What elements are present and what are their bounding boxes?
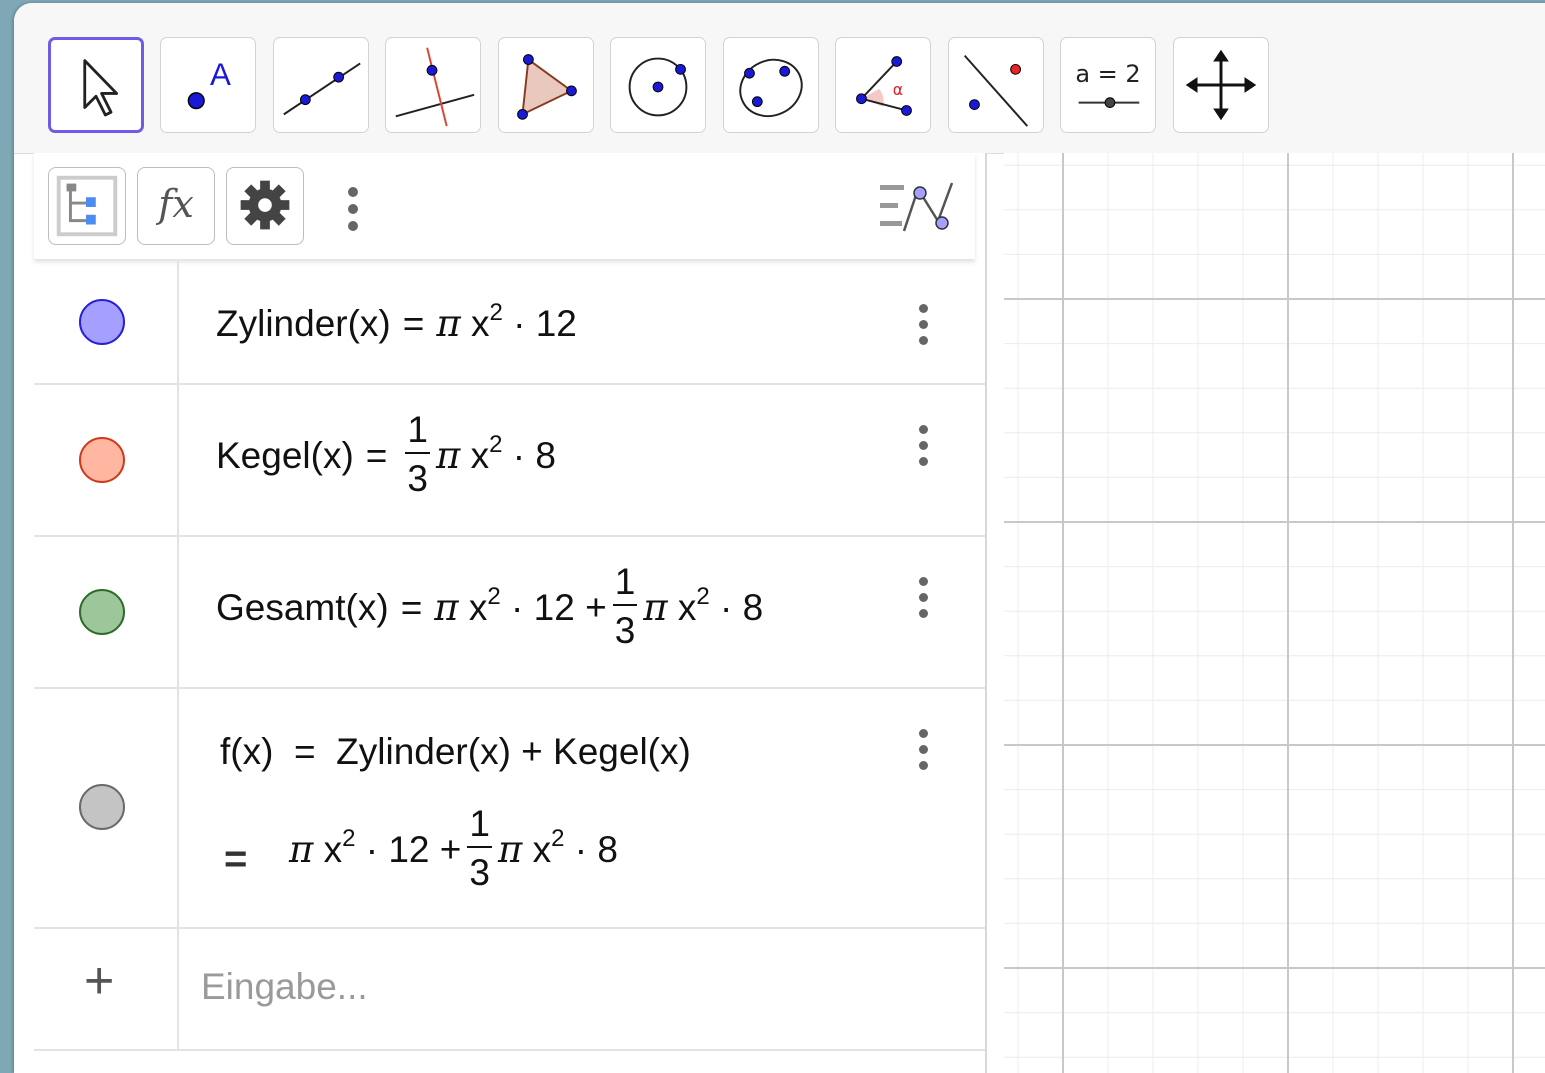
slider-tool-button[interactable]: a = 2 [1060,37,1156,133]
settings-button[interactable] [226,167,304,245]
svg-text:A: A [210,57,231,92]
line-icon [283,62,361,116]
algebra-row-zylinder[interactable]: Zylinder(x) = π x2 · 12 [34,261,985,385]
algebra-row-gesamt[interactable]: Gesamt(x) = π x2 · 12 +1 3 π x2 · 8 [34,537,985,689]
algebra-input-row: + [34,929,985,1051]
triangle-icon [517,54,577,120]
point-tool-button[interactable]: A [160,37,256,133]
definition-f[interactable]: f(x) = Zylinder(x) + Kegel(x) [220,731,691,773]
visibility-toggle-zylinder[interactable] [79,299,125,345]
algebra-header: fx [34,153,975,259]
reflect-icon [963,54,1029,127]
geogebra-window: A α a = 2 fx Zylinder(x) = π x2 · 12 Keg… [14,3,1545,1073]
algebra-row-kegel[interactable]: Kegel(x) = 1 3 π x2 · 8 [34,385,985,537]
input-bar-toggle-button[interactable]: fx [137,167,215,245]
reflect-tool-button[interactable] [948,37,1044,133]
svg-text:α: α [893,80,903,99]
angle-icon: α [856,56,912,116]
polygon-tool-button[interactable] [498,37,594,133]
algebra-input-field[interactable] [199,937,963,1037]
row-menu-button-gesamt[interactable] [919,577,929,625]
move-tool-button[interactable] [48,37,144,133]
move-graphics-view-tool-button[interactable] [1173,37,1269,133]
circle-icon [628,57,688,117]
style-bar-toggle-button[interactable] [874,175,958,241]
move-arrows-icon [1185,49,1257,121]
visibility-toggle-kegel[interactable] [79,437,125,483]
formula-gesamt[interactable]: Gesamt(x) = π x2 · 12 +1 3 π x2 · 8 [216,563,763,653]
result-equals-sign: = [224,837,248,881]
algebra-view: fx Zylinder(x) = π x2 · 12 Kegel(x) = 1 … [34,153,987,1073]
angle-tool-button[interactable]: α [835,37,931,133]
cursor-arrow-icon [83,59,119,117]
algebra-row-f[interactable]: f(x) = Zylinder(x) + Kegel(x) = π x2 · 1… [34,689,985,929]
ellipse-icon [739,58,803,118]
conic-tool-button[interactable] [723,37,819,133]
more-menu-button[interactable] [348,187,358,231]
gear-icon [240,180,290,230]
formula-kegel[interactable]: Kegel(x) = 1 3 π x2 · 8 [216,411,556,501]
line-tool-button[interactable] [273,37,369,133]
graphics-view[interactable] [1004,153,1545,1073]
add-plus-icon[interactable]: + [84,951,114,1011]
result-f: π x2 · 12 +1 3 π x2 · 8 [289,803,618,893]
row-menu-button-kegel[interactable] [919,425,929,473]
perpendicular-line-tool-button[interactable] [385,37,481,133]
kebab-icon [348,187,358,231]
visibility-toggle-gesamt[interactable] [79,589,125,635]
slider-icon [1078,97,1140,109]
point-icon: A [187,57,231,110]
fx-icon: fx [158,182,194,226]
coordinate-grid [1004,153,1545,1073]
circle-tool-button[interactable] [610,37,706,133]
style-bar-icon [880,182,954,232]
row-menu-button-zylinder[interactable] [919,304,929,352]
formula-zylinder[interactable]: Zylinder(x) = π x2 · 12 [216,299,577,345]
toolbar: A α a = 2 [14,3,1545,154]
algebra-view-toggle-button[interactable] [48,167,126,245]
perpendicular-line-icon [395,47,475,127]
row-menu-button-f[interactable] [919,729,929,777]
visibility-toggle-f[interactable] [79,784,125,830]
algebra-tree-icon [56,175,118,237]
